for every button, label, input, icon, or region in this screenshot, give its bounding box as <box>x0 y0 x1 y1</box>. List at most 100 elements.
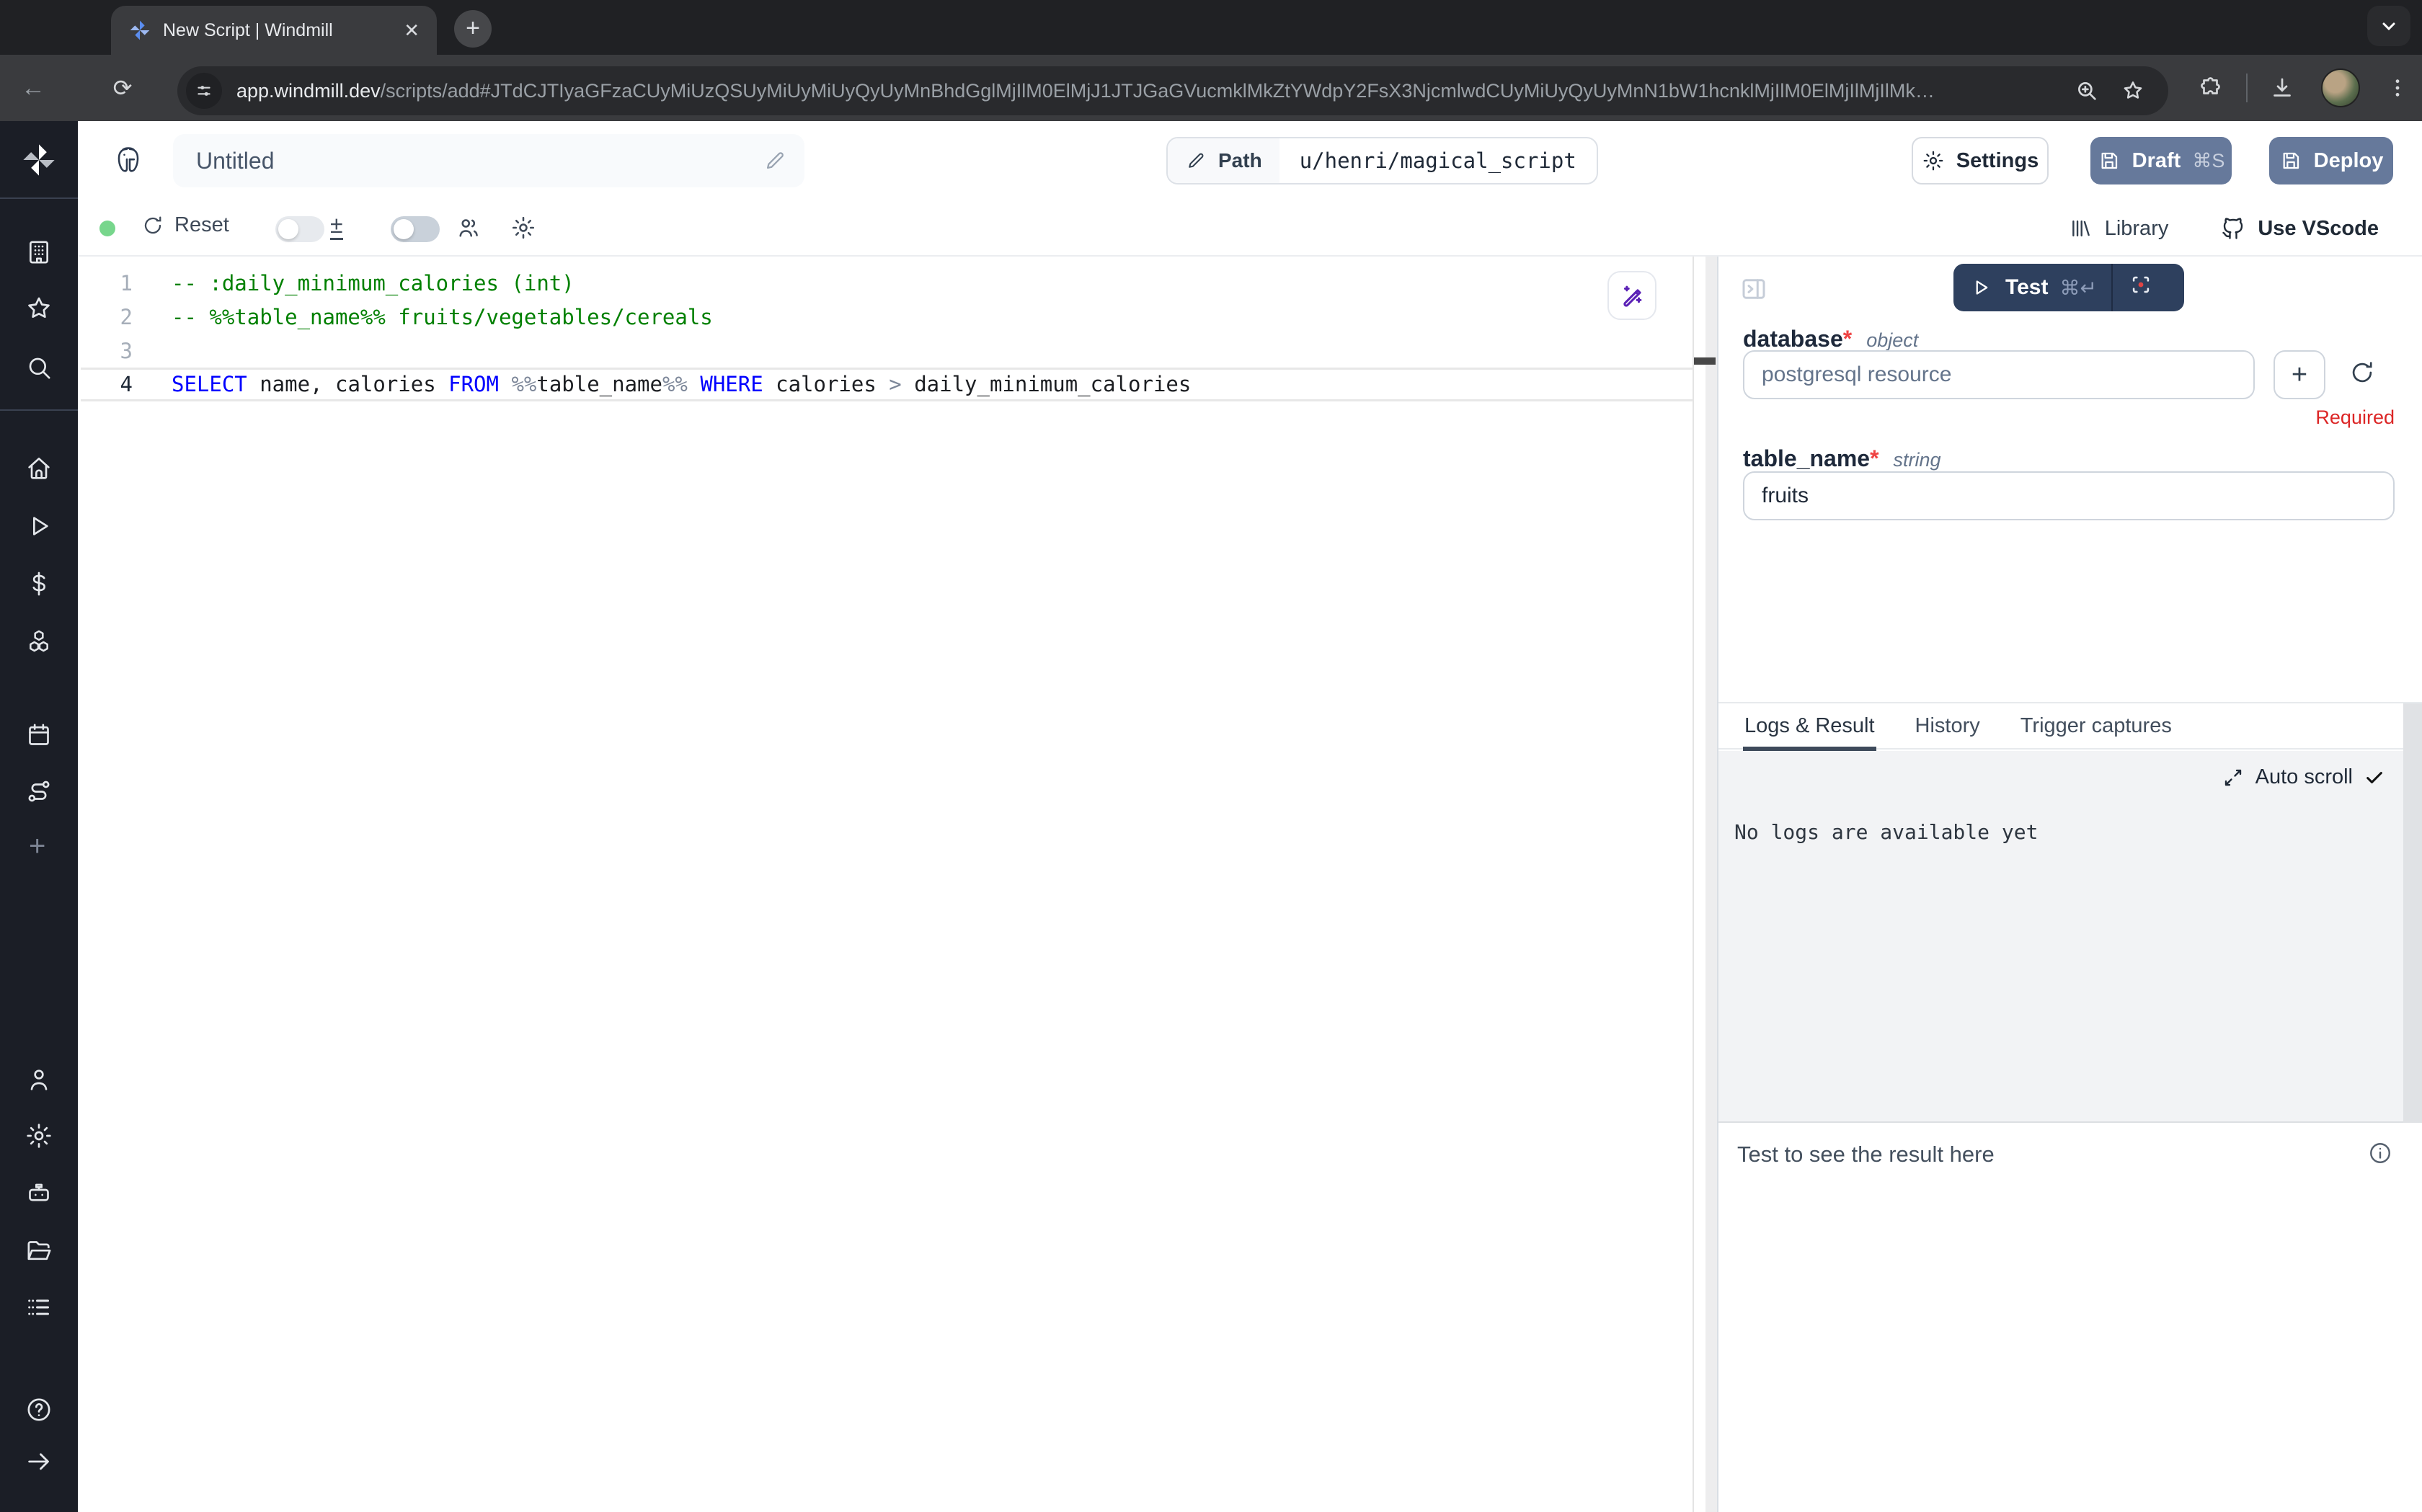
tab-search-button[interactable] <box>2367 6 2410 46</box>
sidebar-item-favorites[interactable] <box>25 294 53 323</box>
table-name-field-label: table_name* string <box>1743 445 1941 472</box>
path-label: Path <box>1218 149 1262 172</box>
capture-icon[interactable] <box>2129 272 2153 303</box>
script-title-value: Untitled <box>196 148 763 174</box>
result-placeholder: Test to see the result here <box>1737 1142 1995 1168</box>
deploy-button[interactable]: Deploy <box>2269 137 2393 184</box>
sidebar-item-variables[interactable] <box>25 569 53 598</box>
tab-trigger-captures[interactable]: Trigger captures <box>2019 702 2173 750</box>
table-name-input[interactable]: fruits <box>1743 471 2395 520</box>
sidebar-add-button[interactable]: + <box>29 830 58 859</box>
ai-assistant-button[interactable] <box>1607 271 1656 320</box>
divider <box>0 409 78 411</box>
sidebar-item-home[interactable] <box>25 454 53 483</box>
sidebar-item-resources[interactable] <box>25 627 53 656</box>
divider <box>2111 264 2113 311</box>
editor-scrollbar[interactable] <box>1705 257 1717 1512</box>
sidebar-item-audit-logs[interactable] <box>25 1293 53 1322</box>
table-name-field-type: string <box>1894 449 1941 471</box>
app-sidebar: + <box>0 121 78 1512</box>
use-vscode-button[interactable]: Use VScode <box>2220 215 2379 241</box>
sidebar-help-button[interactable] <box>25 1395 53 1424</box>
draft-button[interactable]: Draft ⌘S <box>2090 137 2232 184</box>
divider <box>0 197 78 199</box>
reload-button[interactable]: ⟳ <box>101 74 144 102</box>
new-tab-button[interactable]: + <box>454 10 492 48</box>
edit-pencil-icon[interactable] <box>763 148 787 173</box>
browser-menu-icon[interactable] <box>2386 76 2409 99</box>
diff-toggle[interactable] <box>275 216 324 242</box>
test-button[interactable]: Test ⌘↵ <box>1953 264 2184 311</box>
postgresql-icon <box>112 144 144 183</box>
draft-shortcut: ⌘S <box>2192 150 2224 172</box>
sidebar-expand-button[interactable] <box>25 1447 53 1476</box>
tab-history[interactable]: History <box>1914 702 1982 750</box>
run-preview-panel: Test ⌘↵ database* object postgresql reso… <box>1718 257 2422 1512</box>
browser-tab-strip: New Script | Windmill ✕ + <box>0 0 2422 55</box>
database-field-label: database* object <box>1743 326 1918 352</box>
overview-ruler-line <box>1693 257 1694 1512</box>
editor-toolbar: Reset ± Library Use VScode <box>78 200 2422 257</box>
sidebar-item-routes[interactable] <box>25 777 53 806</box>
address-bar[interactable]: app.windmill.dev/scripts/add#JTdCJTIyaGF… <box>177 66 2168 115</box>
script-title-input[interactable]: Untitled <box>173 134 804 187</box>
site-settings-icon[interactable] <box>186 73 222 109</box>
profile-avatar[interactable] <box>2321 68 2360 107</box>
reset-button[interactable]: Reset <box>141 213 229 237</box>
required-asterisk: * <box>1843 326 1852 352</box>
bookmark-star-icon[interactable] <box>2121 79 2145 103</box>
divider <box>2246 74 2248 102</box>
tab-close-icon[interactable]: ✕ <box>401 19 422 42</box>
refresh-resources-button[interactable] <box>2348 359 2376 392</box>
windmill-favicon <box>128 19 151 42</box>
window-zoom-button[interactable] <box>82 19 101 37</box>
tab-title: New Script | Windmill <box>163 20 401 41</box>
editor-code[interactable]: -- :daily_minimum_calories (int)-- %%tab… <box>172 267 1688 401</box>
download-icon[interactable] <box>2269 75 2295 101</box>
settings-button[interactable]: Settings <box>1912 137 2049 184</box>
editor-settings-gear-icon[interactable] <box>510 215 536 246</box>
edit-pencil-icon <box>1185 150 1207 172</box>
magic-wand-icon <box>1618 282 1646 309</box>
play-icon <box>1971 277 1992 298</box>
editor-gutter[interactable]: 1234 <box>78 267 133 401</box>
panel-scrollbar[interactable] <box>2403 703 2422 1123</box>
windmill-logo[interactable] <box>20 141 58 179</box>
back-button[interactable]: ← <box>12 74 55 102</box>
sidebar-item-folders[interactable] <box>25 1237 53 1266</box>
database-resource-input[interactable]: postgresql resource <box>1743 350 2255 399</box>
tab-logs-result[interactable]: Logs & Result <box>1743 702 1876 750</box>
logs-container: Auto scroll No logs are available yet <box>1718 751 2422 1123</box>
sidebar-item-settings[interactable] <box>25 1121 53 1150</box>
refresh-icon <box>141 214 164 237</box>
database-field-type: object <box>1866 329 1918 352</box>
path-value: u/henri/magical_script <box>1279 148 1597 173</box>
status-dot <box>99 221 115 236</box>
window-close-button[interactable] <box>27 19 46 37</box>
users-icon <box>456 215 482 246</box>
required-asterisk: * <box>1870 445 1878 471</box>
extensions-icon[interactable] <box>2199 75 2224 101</box>
collapse-panel-icon[interactable] <box>1739 274 1769 310</box>
path-chip[interactable]: Path u/henri/magical_script <box>1166 137 1598 184</box>
zoom-icon[interactable] <box>2075 79 2099 103</box>
add-resource-button[interactable]: + <box>2274 350 2325 399</box>
collab-toggle[interactable] <box>391 216 440 242</box>
sidebar-item-users[interactable] <box>25 1065 53 1094</box>
table-name-value: fruits <box>1762 484 1809 508</box>
auto-scroll-control[interactable]: Auto scroll <box>2222 765 2385 789</box>
save-icon <box>2098 149 2121 172</box>
sidebar-item-runs[interactable] <box>25 512 53 541</box>
expand-icon[interactable] <box>2222 767 2244 788</box>
window-minimize-button[interactable] <box>55 19 74 37</box>
sidebar-item-workspace[interactable] <box>25 238 53 267</box>
library-button[interactable]: Library <box>2069 216 2169 241</box>
check-icon <box>2364 768 2385 788</box>
info-icon[interactable] <box>2367 1140 2393 1172</box>
code-editor[interactable]: 1234 -- :daily_minimum_calories (int)-- … <box>78 257 1717 1512</box>
windmill-app-window: New Script | Windmill ✕ + ← ⟳ app.windmi… <box>0 0 2422 1512</box>
browser-tab[interactable]: New Script | Windmill ✕ <box>111 6 437 55</box>
sidebar-item-workers[interactable] <box>25 1179 53 1208</box>
sidebar-item-search[interactable] <box>25 353 53 382</box>
sidebar-item-schedules[interactable] <box>25 721 53 750</box>
